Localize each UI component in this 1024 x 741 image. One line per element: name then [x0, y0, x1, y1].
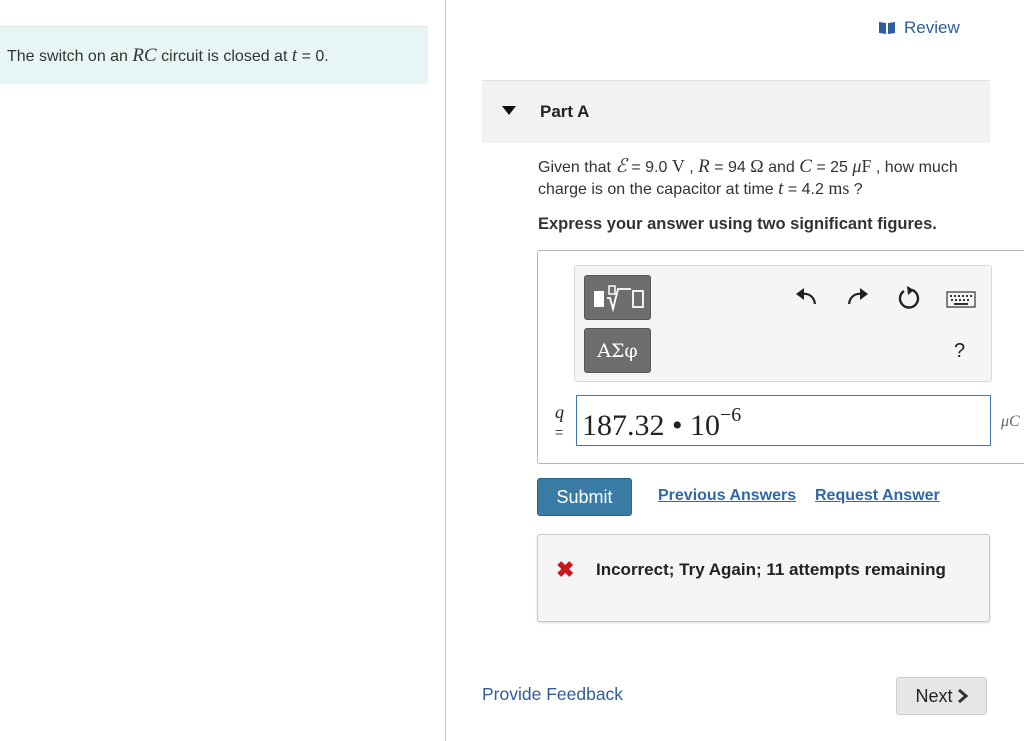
part-title: Part A — [540, 102, 590, 121]
reset-icon[interactable] — [896, 285, 922, 311]
greek-symbols-button[interactable]: ΑΣφ — [584, 328, 651, 373]
templates-icon — [594, 285, 644, 313]
next-button[interactable]: Next — [896, 677, 987, 715]
chevron-right-icon — [957, 689, 968, 703]
provide-feedback-link[interactable]: Provide Feedback — [482, 684, 623, 705]
submit-button[interactable]: Submit — [537, 478, 632, 516]
problem-intro-text: The switch on an RC circuit is closed at… — [7, 45, 329, 66]
problem-intro-panel — [0, 0, 446, 741]
x-icon: ✖ — [556, 557, 575, 582]
collapse-triangle-icon[interactable] — [502, 106, 516, 115]
undo-icon[interactable] — [793, 284, 819, 310]
answer-unit: μC — [1001, 413, 1020, 430]
templates-button[interactable] — [584, 275, 651, 320]
request-answer-link[interactable]: Request Answer — [815, 487, 940, 505]
book-icon — [879, 22, 895, 34]
help-button[interactable]: ? — [954, 340, 965, 363]
next-label: Next — [915, 685, 953, 706]
feedback-message: Incorrect; Try Again; 11 attempts remain… — [596, 560, 946, 579]
previous-answers-link[interactable]: Previous Answers — [658, 487, 796, 505]
answer-equals: = — [555, 424, 564, 440]
review-label: Review — [904, 18, 960, 37]
answer-value[interactable]: 187.32 • 10−6 — [582, 404, 741, 443]
question-text: Given that ℰ = 9.0 V , R = 94 Ω and C = … — [538, 156, 958, 199]
answer-variable: q — [555, 402, 564, 422]
keyboard-icon[interactable] — [946, 286, 976, 312]
answer-instruction: Express your answer using two significan… — [538, 215, 937, 233]
review-link[interactable]: Review — [878, 18, 960, 38]
redo-icon[interactable] — [845, 284, 871, 310]
